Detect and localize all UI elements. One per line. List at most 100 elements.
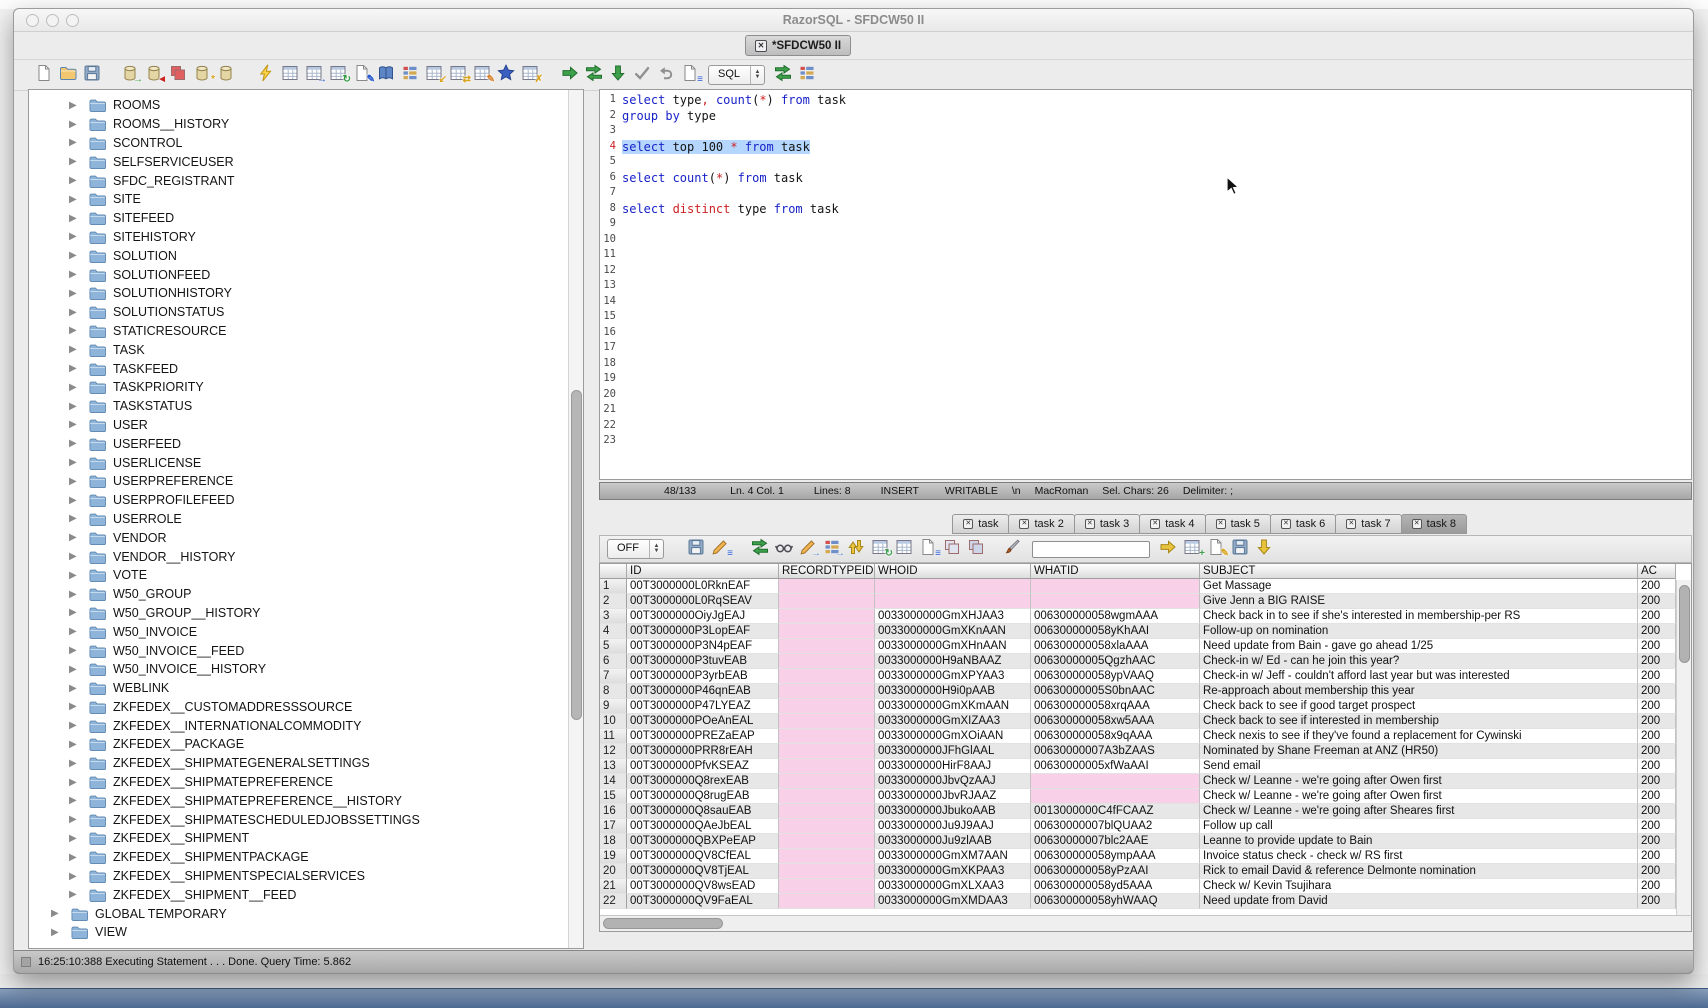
tree-item-userfeed[interactable]: ▶USERFEED [29,434,567,453]
disclosure-triangle-icon[interactable]: ▶ [69,269,82,280]
table-row[interactable]: 1300T3000000PfvKSEAZ0033000000HirF8AAJ00… [600,759,1676,774]
cell-whoid[interactable]: 0033000000GmXPYAA3 [875,669,1031,684]
tree-item-zkfedex-shipment-feed[interactable]: ▶ZKFEDEX__SHIPMENT__FEED [29,885,567,904]
table-editor-icon[interactable] [279,62,301,83]
cell-subject[interactable]: Check back in to see if she's interested… [1200,609,1638,624]
cell-recordtypeid[interactable] [779,639,875,654]
column-header-whatid[interactable]: WHATID [1031,564,1200,579]
disclosure-triangle-icon[interactable]: ▶ [51,908,64,919]
cell-whatid[interactable]: 006300000058wgmAAA [1031,609,1200,624]
disclosure-triangle-icon[interactable]: ▶ [69,156,82,167]
refresh-connection-icon[interactable] [772,62,794,83]
disclosure-triangle-icon[interactable]: ▶ [69,175,82,186]
cell-whoid[interactable]: 0033000000Ju9zlAAB [875,834,1031,849]
table-row[interactable]: 300T3000000OiyJgEAJ0033000000GmXHJAA3006… [600,609,1676,624]
result-tab-task-7[interactable]: ✕task 7 [1335,514,1401,534]
cell-subject[interactable]: Nominated by Shane Freeman at ANZ (HR50) [1200,744,1638,759]
results-vertical-scrollbar-thumb[interactable] [1679,585,1690,663]
cell-subject[interactable]: Check back to see if interested in membe… [1200,714,1638,729]
disclosure-triangle-icon[interactable]: ▶ [69,325,82,336]
tree-item-task[interactable]: ▶TASK [29,340,567,359]
tree-item-userrole[interactable]: ▶USERROLE [29,510,567,529]
disclosure-triangle-icon[interactable]: ▶ [69,833,82,844]
cell-num[interactable]: 15 [600,789,627,804]
table-row[interactable]: 400T3000000P3LopEAF0033000000GmXKnAAN006… [600,624,1676,639]
cell-ac[interactable]: 200 [1638,744,1676,759]
cell-ac[interactable]: 200 [1638,759,1676,774]
cell-subject[interactable]: Need update from David [1200,894,1638,909]
table-row[interactable]: 1700T3000000QAeJbEAL0033000000Ju9J9AAJ00… [600,819,1676,834]
disclosure-triangle-icon[interactable]: ▶ [69,419,82,430]
table-row[interactable]: 1100T3000000PREZaEAP0033000000GmXOiAAN00… [600,729,1676,744]
disclosure-triangle-icon[interactable]: ▶ [69,852,82,863]
refresh-results-icon[interactable] [749,536,771,557]
cell-num[interactable]: 11 [600,729,627,744]
cell-num[interactable]: 2 [600,594,627,609]
tree-item-zkfedex-shipmatepreference-history[interactable]: ▶ZKFEDEX__SHIPMATEPREFERENCE__HISTORY [29,791,567,810]
table-row[interactable]: 100T3000000L0RknEAFGet Massage200 [600,579,1676,594]
column-header-recordtypeid[interactable]: RECORDTYPEID [779,564,875,579]
cell-whoid[interactable]: 0033000000GmXKmAAN [875,699,1031,714]
result-tab-task-2[interactable]: ✕task 2 [1008,514,1074,534]
tree-item-vendor[interactable]: ▶VENDOR [29,528,567,547]
column-header-ac[interactable]: AC [1638,564,1676,579]
cell-ac[interactable]: 200 [1638,624,1676,639]
disclosure-triangle-icon[interactable]: ▶ [69,137,82,148]
tree-item-zkfedex-internationalcommodity[interactable]: ▶ZKFEDEX__INTERNATIONALCOMMODITY [29,716,567,735]
table-row[interactable]: 800T3000000P46qnEAB0033000000H9i0pAAB006… [600,684,1676,699]
cell-id[interactable]: 00T3000000QV8CfEAL [627,849,779,864]
cell-recordtypeid[interactable] [779,609,875,624]
cell-subject[interactable]: Follow-up on nomination [1200,624,1638,639]
cell-whoid[interactable]: 0033000000JbukoAAB [875,804,1031,819]
disclosure-triangle-icon[interactable]: ▶ [69,607,82,618]
cell-num[interactable]: 16 [600,804,627,819]
cell-subject[interactable]: Get Massage [1200,579,1638,594]
close-tab-icon[interactable]: ✕ [963,519,973,529]
disclosure-triangle-icon[interactable]: ▶ [69,457,82,468]
cell-num[interactable]: 7 [600,669,627,684]
cell-recordtypeid[interactable] [779,624,875,639]
cell-recordtypeid[interactable] [779,669,875,684]
cell-whoid[interactable] [875,579,1031,594]
cell-subject[interactable]: Give Jenn a BIG RAISE [1200,594,1638,609]
tree-item-vendor-history[interactable]: ▶VENDOR__HISTORY [29,547,567,566]
close-tab-icon[interactable]: ✕ [1216,519,1226,529]
export-spreadsheet-icon[interactable]: + [1181,536,1203,557]
disclosure-triangle-icon[interactable]: ▶ [69,739,82,750]
fetch-next-icon[interactable] [607,62,629,83]
cell-id[interactable]: 00T3000000P3yrbEAB [627,669,779,684]
cell-whoid[interactable]: 0033000000GmXKPAA3 [875,864,1031,879]
cell-num[interactable]: 14 [600,774,627,789]
cell-whatid[interactable] [1031,594,1200,609]
table-row[interactable]: 600T3000000P3tuvEAB0033000000H9aNBAAZ006… [600,654,1676,669]
cell-whatid[interactable]: 006300000058yd5AAA [1031,879,1200,894]
disclosure-triangle-icon[interactable]: ▶ [69,495,82,506]
close-tab-icon[interactable]: ✕ [755,40,767,52]
cell-whoid[interactable]: 0033000000GmXHJAA3 [875,609,1031,624]
column-header-subject[interactable]: SUBJECT [1200,564,1638,579]
table-row[interactable]: 2200T3000000QV9FaEAL0033000000GmXMDAA300… [600,894,1676,909]
disclosure-triangle-icon[interactable]: ▶ [69,871,82,882]
cell-ac[interactable]: 200 [1638,669,1676,684]
cell-id[interactable]: 00T3000000QV8wsEAD [627,879,779,894]
cell-id[interactable]: 00T3000000PREZaEAP [627,729,779,744]
cell-whoid[interactable]: 0033000000GmXOiAAN [875,729,1031,744]
result-tab-task-8[interactable]: ✕task 8 [1401,514,1467,534]
results-vertical-scrollbar[interactable] [1676,580,1691,916]
cell-num[interactable]: 21 [600,879,627,894]
cell-id[interactable]: 00T3000000P3tuvEAB [627,654,779,669]
disclosure-triangle-icon[interactable]: ▶ [69,664,82,675]
tree-item-staticresource[interactable]: ▶STATICRESOURCE [29,322,567,341]
copy-connection-icon[interactable] [167,62,189,83]
cell-id[interactable]: 00T3000000P3N4pEAF [627,639,779,654]
tree-item-scontrol[interactable]: ▶SCONTROL [29,134,567,153]
column-layout-icon[interactable] [893,536,915,557]
tree-item-w50-group[interactable]: ▶W50_GROUP [29,585,567,604]
cell-num[interactable]: 12 [600,744,627,759]
cell-id[interactable]: 00T3000000OiyJgEAJ [627,609,779,624]
execute-sql-icon[interactable] [255,62,277,83]
disclosure-triangle-icon[interactable]: ▶ [69,213,82,224]
cell-id[interactable]: 00T3000000QBXPeEAP [627,834,779,849]
sidebar-scrollbar[interactable] [568,90,583,948]
result-tab-task-5[interactable]: ✕task 5 [1205,514,1271,534]
